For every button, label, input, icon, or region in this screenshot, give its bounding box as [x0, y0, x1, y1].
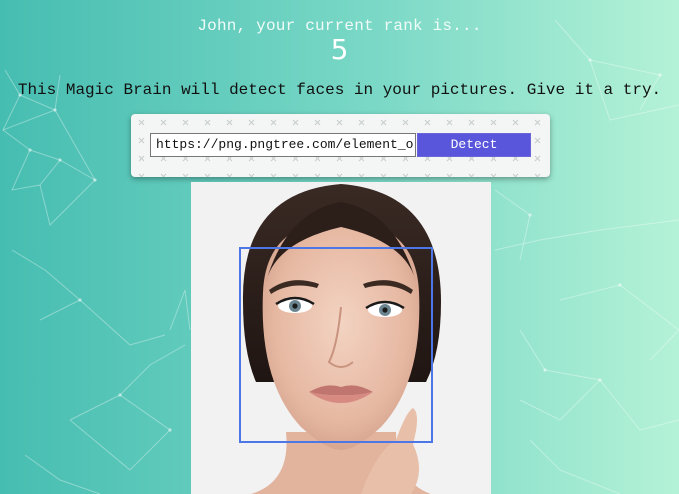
image-url-input[interactable]: https://png.pngtree.com/element_orig	[150, 133, 416, 157]
detect-button[interactable]: Detect	[417, 133, 531, 157]
rank-value: 5	[330, 33, 349, 66]
face-bounding-box	[239, 247, 433, 443]
intro-text: This Magic Brain will detect faces in yo…	[17, 81, 662, 99]
